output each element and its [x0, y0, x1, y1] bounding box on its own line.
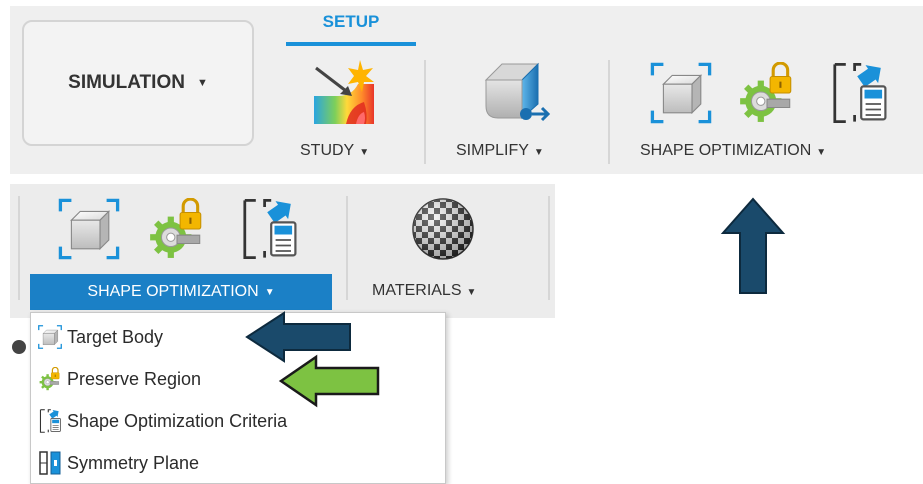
active-tab-underline	[286, 42, 416, 46]
preserve-region-icon[interactable]	[736, 62, 798, 124]
study-label: STUDY	[300, 142, 355, 159]
menu-item-label: Symmetry Plane	[67, 452, 200, 473]
simplify-label: SIMPLIFY	[456, 142, 529, 159]
preserve-region-icon[interactable]	[146, 198, 208, 260]
target-body-icon[interactable]	[648, 60, 714, 126]
shape-optimization-dropdown-active[interactable]: SHAPE OPTIMIZATION ▼	[30, 274, 332, 310]
up-arrow	[720, 197, 786, 294]
materials-icon	[412, 198, 474, 260]
symmetry-plane-icon	[37, 450, 63, 476]
study-icon	[314, 60, 374, 124]
tab-setup-label: SETUP	[322, 12, 380, 31]
caret-down-icon: ▼	[466, 287, 477, 298]
toolbar-divider	[548, 196, 550, 300]
shape-optimization-criteria-icon[interactable]	[826, 60, 892, 126]
target-body-icon[interactable]	[56, 196, 122, 262]
caret-down-icon: ▼	[196, 77, 208, 89]
simplify-icon	[484, 62, 551, 122]
materials-button[interactable]	[410, 196, 476, 262]
target-body-icon	[37, 324, 63, 350]
caret-down-icon: ▼	[264, 286, 275, 298]
shape-optimization-menu: Target Body Preserve Region Shape Optimi…	[30, 312, 446, 484]
study-button[interactable]	[306, 58, 382, 126]
simplify-button[interactable]	[476, 58, 552, 128]
menu-item-label: Shape Optimization Criteria	[67, 410, 288, 431]
study-dropdown[interactable]: STUDY ▼	[300, 142, 369, 160]
simplify-dropdown[interactable]: SIMPLIFY ▼	[456, 142, 544, 160]
workspace-label: SIMULATION	[68, 72, 185, 93]
menu-item-label: Target Body	[67, 326, 164, 347]
toolbar-divider	[18, 196, 20, 300]
workspace-switcher-button[interactable]: SIMULATION ▼	[22, 20, 254, 146]
menu-item-symmetry-plane[interactable]: Symmetry Plane	[37, 447, 437, 479]
toolbar-divider	[346, 196, 348, 300]
tab-setup[interactable]: SETUP	[286, 8, 416, 46]
shape-optimization-label: SHAPE OPTIMIZATION	[640, 142, 812, 159]
materials-dropdown[interactable]: MATERIALS ▼	[372, 282, 476, 300]
caret-down-icon: ▼	[533, 147, 544, 158]
shape-optimization-criteria-icon[interactable]	[236, 196, 302, 262]
shape-optimization-criteria-icon	[37, 408, 63, 434]
materials-label: MATERIALS	[372, 282, 462, 299]
panel-collapse-handle[interactable]	[12, 340, 26, 354]
shape-optimization-dropdown[interactable]: SHAPE OPTIMIZATION ▼	[640, 142, 826, 160]
menu-item-target-body[interactable]: Target Body	[37, 321, 437, 353]
toolbar-divider	[424, 60, 426, 164]
toolbar-divider	[608, 60, 610, 164]
shape-optimization-label: SHAPE OPTIMIZATION	[87, 283, 259, 300]
caret-down-icon: ▼	[359, 147, 370, 158]
preserve-region-arrow	[278, 354, 380, 408]
menu-item-shape-optimization-criteria[interactable]: Shape Optimization Criteria	[37, 405, 437, 437]
caret-down-icon: ▼	[816, 147, 827, 158]
menu-item-label: Preserve Region	[67, 368, 202, 389]
preserve-region-icon	[37, 366, 63, 392]
